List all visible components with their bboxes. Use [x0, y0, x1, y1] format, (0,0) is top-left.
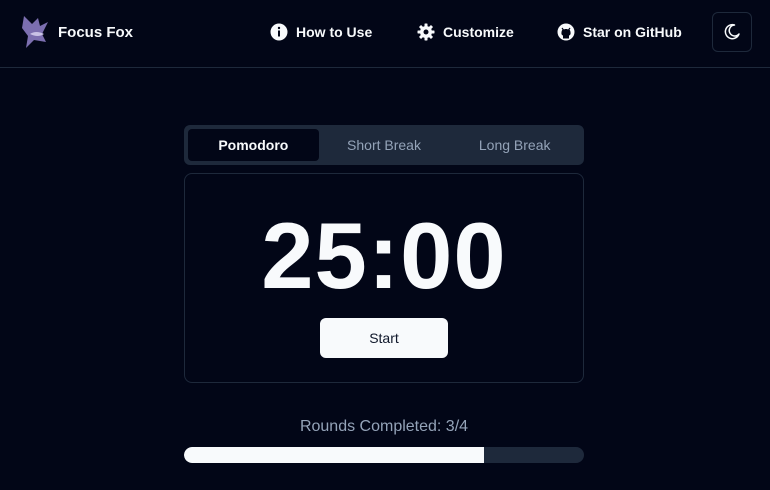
tab-pomodoro[interactable]: Pomodoro: [188, 129, 319, 161]
app-header: Focus Fox How to Use Customize Star on G…: [0, 0, 770, 68]
timer-mode-tabs: Pomodoro Short Break Long Break: [184, 125, 584, 165]
star-on-github-link[interactable]: Star on GitHub: [557, 20, 682, 44]
customize-link[interactable]: Customize: [417, 20, 514, 44]
tab-short-break[interactable]: Short Break: [319, 129, 450, 161]
how-to-use-link[interactable]: How to Use: [270, 20, 372, 44]
rounds-progress-bar: [184, 447, 584, 463]
how-to-use-label: How to Use: [296, 24, 373, 40]
fox-logo-icon: [22, 16, 48, 48]
brand[interactable]: Focus Fox: [20, 12, 133, 52]
rounds-completed-label: Rounds Completed: 3/4: [299, 418, 469, 435]
start-button[interactable]: Start: [320, 318, 448, 358]
rounds-progress-fill: [184, 447, 484, 463]
gear-icon: [417, 23, 435, 41]
theme-toggle-button[interactable]: [712, 12, 752, 52]
customize-label: Customize: [443, 24, 514, 40]
timer-display: 25:00: [261, 203, 507, 308]
star-on-github-label: Star on GitHub: [583, 24, 682, 40]
timer-card: 25:00 Start: [184, 173, 584, 383]
moon-icon: [724, 23, 740, 40]
tab-long-break[interactable]: Long Break: [449, 129, 580, 161]
brand-name: Focus Fox: [58, 23, 134, 41]
info-icon: [270, 23, 288, 41]
github-icon: [557, 23, 575, 41]
